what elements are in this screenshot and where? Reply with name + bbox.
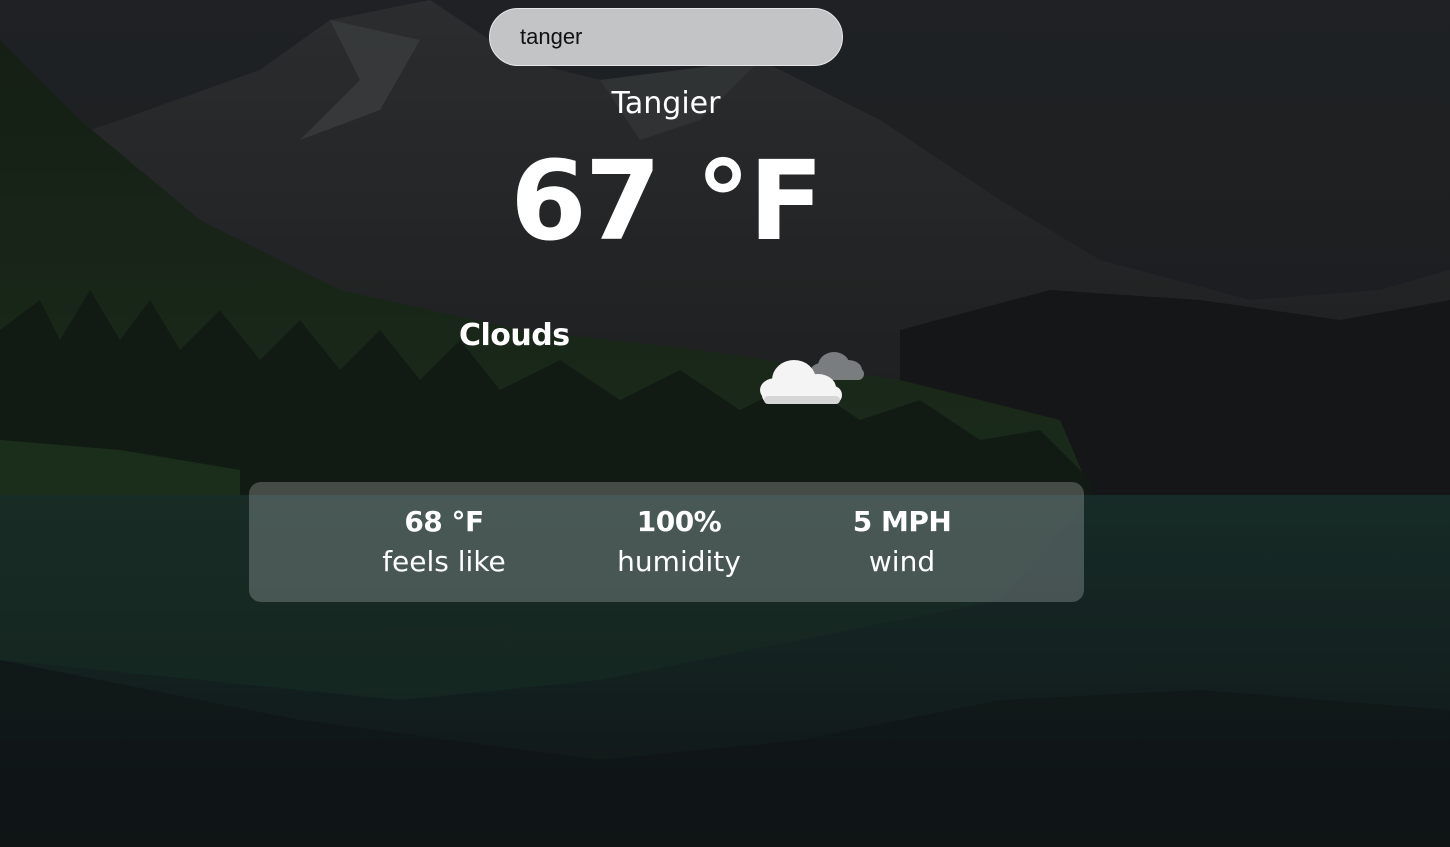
wind-label: wind	[868, 545, 936, 578]
search-input[interactable]	[489, 8, 843, 66]
feels-like-value: 68 °F	[404, 505, 484, 538]
city-name: Tangier	[611, 86, 721, 121]
humidity-label: humidity	[617, 545, 741, 578]
humidity-stat: 100% humidity	[569, 502, 789, 582]
background-landscape	[0, 0, 1450, 847]
wind-stat: 5 MPH wind	[792, 502, 1012, 582]
wind-value: 5 MPH	[852, 505, 952, 538]
clouds-icon	[760, 352, 864, 404]
temperature: 67 °F	[510, 137, 824, 265]
feels-like-stat: 68 °F feels like	[334, 502, 554, 582]
humidity-value: 100%	[636, 505, 722, 538]
feels-like-label: feels like	[382, 545, 506, 578]
weather-stats-panel: 68 °F feels like 100% humidity 5 MPH win…	[249, 482, 1084, 602]
weather-description: Clouds	[459, 318, 570, 353]
